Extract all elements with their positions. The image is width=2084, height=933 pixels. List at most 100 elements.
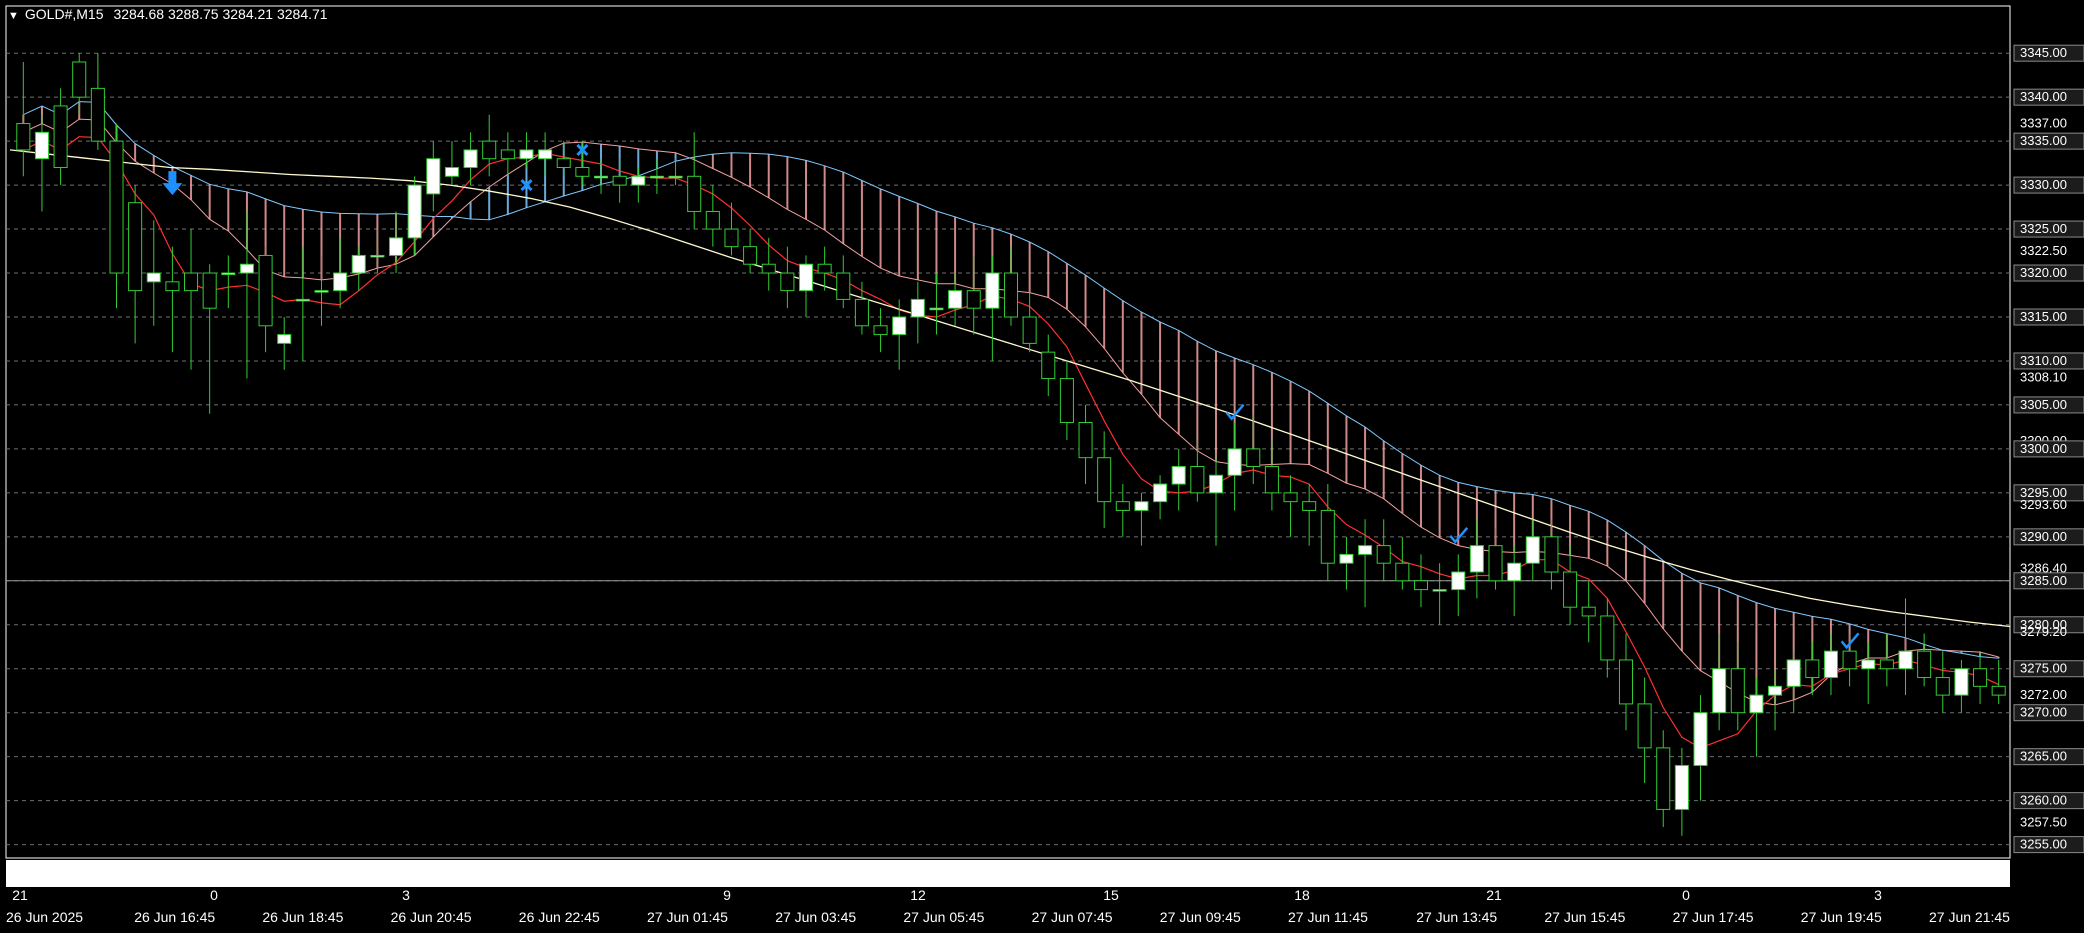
time-label: 27 Jun 01:45 [647, 909, 728, 925]
candle-body [1022, 316, 1037, 344]
price-label: 3315.00 [2020, 309, 2067, 324]
price-label: 3275.00 [2020, 661, 2067, 676]
time-label: 26 Jun 20:45 [391, 909, 472, 925]
chart-canvas[interactable]: 3345.00 3340.00 3337.00 3335.00 3330.00 3325.… [0, 0, 2084, 933]
candle-body [407, 184, 422, 239]
candle-body [649, 175, 664, 179]
candle-body [1320, 509, 1335, 564]
price-label: 3335.00 [2020, 133, 2067, 148]
price-label: 3290.00 [2020, 529, 2067, 544]
candle-body [1600, 615, 1615, 661]
candle-body [184, 272, 199, 292]
price-label: 3320.00 [2020, 265, 2067, 280]
price-label: 3308.10 [2020, 370, 2067, 385]
candle-body [128, 202, 143, 292]
price-label: 3300.00 [2020, 441, 2067, 456]
candle-body [221, 272, 236, 276]
chart-background [0, 0, 2084, 933]
candle-body [1041, 351, 1056, 380]
candle-body [34, 131, 49, 160]
time-label: 26 Jun 22:45 [519, 909, 600, 925]
candle-body [16, 123, 31, 151]
candle-body [631, 175, 646, 186]
close-price: 3284.71 [276, 6, 328, 22]
candle-body [556, 158, 571, 169]
hour-label: 12 [910, 887, 926, 903]
hour-label: 15 [1103, 887, 1119, 903]
candle-body [761, 263, 776, 274]
candle-body [985, 272, 1000, 309]
candle-body [873, 325, 888, 336]
candle-body [389, 237, 404, 256]
candle-body [1488, 545, 1503, 582]
price-label: 3270.00 [2020, 705, 2067, 720]
candle-body [705, 210, 720, 230]
candle-body [612, 175, 627, 186]
hour-label: 21 [1486, 887, 1502, 903]
candle-body [295, 298, 310, 302]
price-label: 3265.00 [2020, 749, 2067, 764]
candle-body [258, 254, 273, 327]
price-label: 3340.00 [2020, 89, 2067, 104]
candle-body [817, 263, 832, 274]
candle-body [948, 290, 963, 309]
candle-body [1413, 580, 1429, 591]
candle-body [538, 149, 553, 160]
candle-body [1115, 501, 1130, 511]
price-label: 3345.00 [2020, 45, 2067, 60]
candle-body [593, 175, 609, 179]
candle-body [1618, 659, 1633, 705]
hour-label: 0 [210, 887, 218, 903]
collapse-triangle-icon[interactable]: ▼ [8, 10, 19, 22]
time-label: 26 Jun 16:45 [134, 909, 215, 925]
candle-body [1451, 571, 1466, 591]
candle-body [1264, 465, 1279, 494]
candle-body [370, 254, 385, 258]
candle-body [463, 149, 478, 169]
price-label: 3257.50 [2020, 815, 2067, 830]
time-label: 27 Jun 21:45 [1929, 909, 2010, 925]
candle-body [668, 175, 683, 179]
candle-body [53, 105, 68, 169]
price-label: 3322.50 [2020, 243, 2067, 258]
candle-body [1712, 668, 1727, 714]
candle-body [519, 149, 534, 160]
candle-body [1581, 606, 1596, 617]
price-label: 3260.00 [2020, 793, 2067, 808]
candle-body [1246, 448, 1261, 467]
candle-body [1283, 492, 1298, 503]
time-label: 27 Jun 07:45 [1032, 909, 1113, 925]
candle-body [1134, 501, 1149, 511]
candle-body [1879, 659, 1894, 670]
price-label: 3305.00 [2020, 397, 2067, 412]
hour-label: 21 [12, 887, 28, 903]
time-label: 26 Jun 18:45 [262, 909, 343, 925]
candle-body [72, 61, 87, 98]
candle-body [910, 298, 925, 318]
candle-body [1153, 483, 1168, 503]
time-label: 27 Jun 11:45 [1288, 909, 1368, 925]
candle-body [1674, 764, 1689, 810]
candle-body [109, 140, 124, 274]
candle-body [1842, 650, 1857, 670]
candle-body [854, 298, 869, 327]
symbol-label: GOLD#,M15 [24, 6, 104, 22]
candle-body [1805, 659, 1820, 679]
candle-body [202, 272, 217, 309]
time-label: 27 Jun 09:45 [1160, 909, 1241, 925]
candle-body [1935, 677, 1950, 696]
candle-body [1637, 703, 1652, 749]
candle-body [687, 175, 702, 212]
candle-body [146, 272, 161, 283]
hour-label: 18 [1294, 887, 1310, 903]
time-label: 26 Jun 2025 [6, 909, 83, 925]
low-price: 3284.21 [222, 6, 274, 22]
candle-body [1823, 650, 1838, 679]
candle-body [1395, 562, 1410, 582]
price-label: 3337.00 [2020, 116, 2067, 131]
candle-body [798, 263, 814, 292]
time-label: 27 Jun 19:45 [1801, 909, 1882, 925]
candle-body [1432, 589, 1447, 592]
candle-body [892, 316, 907, 336]
candle-body [1786, 659, 1801, 687]
